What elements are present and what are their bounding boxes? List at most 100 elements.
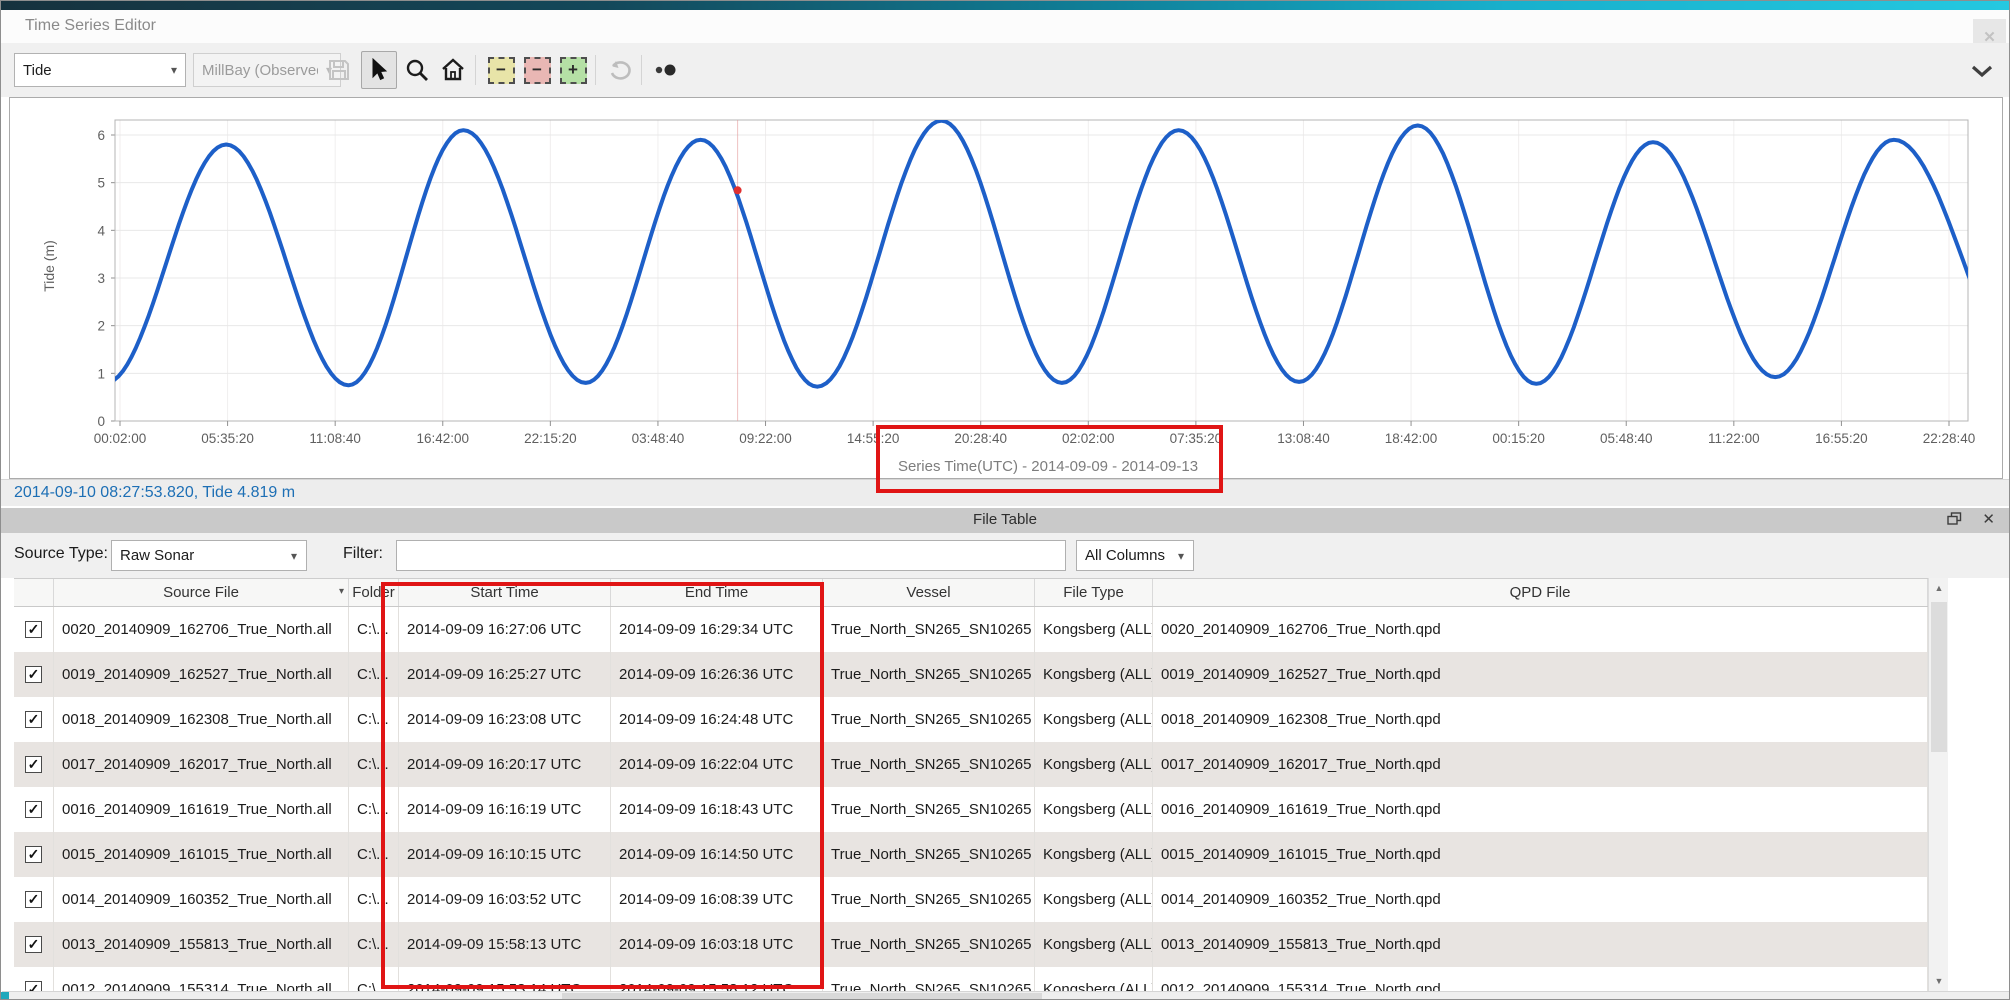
cell-vessel: True_North_SN265_SN10265	[823, 877, 1035, 922]
cell-qpd-file: 0015_20140909_161015_True_North.qpd	[1153, 832, 1928, 877]
save-button[interactable]	[321, 51, 357, 89]
table-row[interactable]: ✓0012_20140909_155314_True_North.allC:\.…	[14, 967, 1928, 991]
horizontal-scrollbar[interactable]	[2, 991, 2010, 1000]
cell-start-time: 2014-09-09 16:27:06 UTC	[399, 607, 611, 652]
float-window-icon	[1947, 512, 1962, 526]
cell-end-time: 2014-09-09 16:18:43 UTC	[611, 787, 823, 832]
header-vessel[interactable]: Vessel	[823, 579, 1035, 606]
table-row[interactable]: ✓0019_20140909_162527_True_North.allC:\.…	[14, 652, 1928, 697]
cell-qpd-file: 0014_20140909_160352_True_North.qpd	[1153, 877, 1928, 922]
select-tool-button[interactable]	[361, 51, 397, 89]
svg-text:14:55:20: 14:55:20	[847, 431, 900, 446]
row-checkbox[interactable]: ✓	[25, 666, 42, 683]
cell-qpd-file: 0013_20140909_155813_True_North.qpd	[1153, 922, 1928, 967]
title-bar: Time Series Editor ✕	[1, 10, 2009, 43]
delete-selection-button[interactable]: −	[519, 51, 555, 89]
home-view-button[interactable]	[435, 51, 471, 89]
cell-start-time: 2014-09-09 16:03:52 UTC	[399, 877, 611, 922]
row-checkbox[interactable]: ✓	[25, 846, 42, 863]
scrollbar-thumb[interactable]	[1931, 602, 1947, 752]
row-checkbox[interactable]: ✓	[25, 621, 42, 638]
tide-chart[interactable]: 012345600:02:0005:35:2011:08:4016:42:002…	[10, 98, 2002, 478]
tide-chart-panel[interactable]: Tide (m) 012345600:02:0005:35:2011:08:40…	[9, 97, 2003, 479]
scroll-up-icon[interactable]: ▲	[1929, 578, 1949, 598]
svg-text:16:42:00: 16:42:00	[416, 431, 469, 446]
table-row[interactable]: ✓0016_20140909_161619_True_North.allC:\.…	[14, 787, 1928, 832]
points-display-button[interactable]	[649, 51, 685, 89]
table-row[interactable]: ✓0015_20140909_161015_True_North.allC:\.…	[14, 832, 1928, 877]
scroll-down-icon[interactable]: ▼	[1929, 971, 1949, 991]
time-series-editor-window: Time Series Editor ✕ Tide ▾ MillBay (Obs…	[0, 0, 2010, 1000]
svg-text:11:08:40: 11:08:40	[309, 431, 361, 446]
cell-vessel: True_North_SN265_SN10265	[823, 697, 1035, 742]
zoom-icon	[405, 58, 429, 82]
row-checkbox[interactable]: ✓	[25, 756, 42, 773]
cell-folder: C:\...	[349, 742, 399, 787]
header-folder[interactable]: Folder	[349, 579, 399, 606]
cell-source-file: 0019_20140909_162527_True_North.all	[54, 652, 349, 697]
undo-button[interactable]	[603, 51, 639, 89]
header-file-type[interactable]: File Type	[1035, 579, 1153, 606]
table-row[interactable]: ✓0017_20140909_162017_True_North.allC:\.…	[14, 742, 1928, 787]
svg-text:22:28:40: 22:28:40	[1923, 431, 1976, 446]
cursor-select-icon	[369, 58, 389, 82]
add-selection-green-icon: +	[560, 57, 587, 84]
row-checkbox[interactable]: ✓	[25, 711, 42, 728]
row-checkbox[interactable]: ✓	[25, 936, 42, 953]
table-row[interactable]: ✓0020_20140909_162706_True_North.allC:\.…	[14, 607, 1928, 652]
file-table: Source File ▾ Folder Start Time End Time…	[14, 578, 1928, 991]
cell-vessel: True_North_SN265_SN10265	[823, 967, 1035, 991]
series-source-combo[interactable]: MillBay (Observed ▾	[193, 53, 341, 87]
cell-vessel: True_North_SN265_SN10265	[823, 922, 1035, 967]
cell-vessel: True_North_SN265_SN10265	[823, 832, 1035, 877]
cell-vessel: True_North_SN265_SN10265	[823, 607, 1035, 652]
cell-checkbox: ✓	[14, 967, 54, 991]
sort-arrow-icon: ▾	[339, 586, 344, 597]
cell-end-time: 2014-09-09 16:14:50 UTC	[611, 832, 823, 877]
table-row[interactable]: ✓0013_20140909_155813_True_North.allC:\.…	[14, 922, 1928, 967]
filter-input[interactable]	[396, 540, 1066, 571]
cell-checkbox: ✓	[14, 652, 54, 697]
cell-folder: C:\...	[349, 877, 399, 922]
table-row[interactable]: ✓0018_20140909_162308_True_North.allC:\.…	[14, 697, 1928, 742]
header-start-time[interactable]: Start Time	[399, 579, 611, 606]
zoom-tool-button[interactable]	[399, 51, 435, 89]
cell-checkbox: ✓	[14, 742, 54, 787]
source-type-combo[interactable]: Raw Sonar ▾	[111, 540, 307, 571]
header-qpd-file[interactable]: QPD File	[1153, 579, 1928, 606]
cell-start-time: 2014-09-09 16:20:17 UTC	[399, 742, 611, 787]
collapse-panel-button[interactable]	[1969, 61, 1995, 81]
header-end-time[interactable]: End Time	[611, 579, 823, 606]
header-checkbox-column[interactable]	[14, 579, 54, 606]
column-filter-combo[interactable]: All Columns ▾	[1076, 540, 1194, 571]
svg-text:0: 0	[97, 414, 105, 429]
row-checkbox[interactable]: ✓	[25, 981, 42, 991]
svg-text:16:55:20: 16:55:20	[1815, 431, 1868, 446]
float-panel-button[interactable]	[1947, 512, 1965, 528]
close-panel-button[interactable]: ✕	[1982, 510, 1995, 528]
scrollbar-thumb[interactable]	[562, 993, 1042, 1000]
cell-start-time: 2014-09-09 16:16:19 UTC	[399, 787, 611, 832]
cell-qpd-file: 0018_20140909_162308_True_North.qpd	[1153, 697, 1928, 742]
save-icon	[327, 58, 351, 82]
file-table-header: Source File ▾ Folder Start Time End Time…	[14, 578, 1928, 607]
cursor-position-readout: 2014-09-10 08:27:53.820, Tide 4.819 m	[14, 484, 295, 502]
row-checkbox[interactable]: ✓	[25, 891, 42, 908]
table-row[interactable]: ✓0014_20140909_160352_True_North.allC:\.…	[14, 877, 1928, 922]
accept-selection-button[interactable]: +	[555, 51, 591, 89]
series-type-combo[interactable]: Tide ▾	[14, 53, 186, 87]
reject-selection-button[interactable]: −	[483, 51, 519, 89]
source-type-value: Raw Sonar	[112, 547, 282, 564]
cell-file-type: Kongsberg (ALL)	[1035, 697, 1153, 742]
vertical-scrollbar[interactable]: ▲ ▼	[1928, 578, 1948, 991]
cell-source-file: 0020_20140909_162706_True_North.all	[54, 607, 349, 652]
corner-artifact	[1, 992, 9, 1000]
series-type-value: Tide	[15, 62, 163, 79]
cell-vessel: True_North_SN265_SN10265	[823, 742, 1035, 787]
cell-folder: C:\...	[349, 922, 399, 967]
cell-file-type: Kongsberg (ALL)	[1035, 652, 1153, 697]
header-source-file[interactable]: Source File ▾	[54, 579, 349, 606]
row-checkbox[interactable]: ✓	[25, 801, 42, 818]
status-bar: 2014-09-10 08:27:53.820, Tide 4.819 m	[1, 479, 2009, 506]
cell-start-time: 2014-09-09 16:25:27 UTC	[399, 652, 611, 697]
